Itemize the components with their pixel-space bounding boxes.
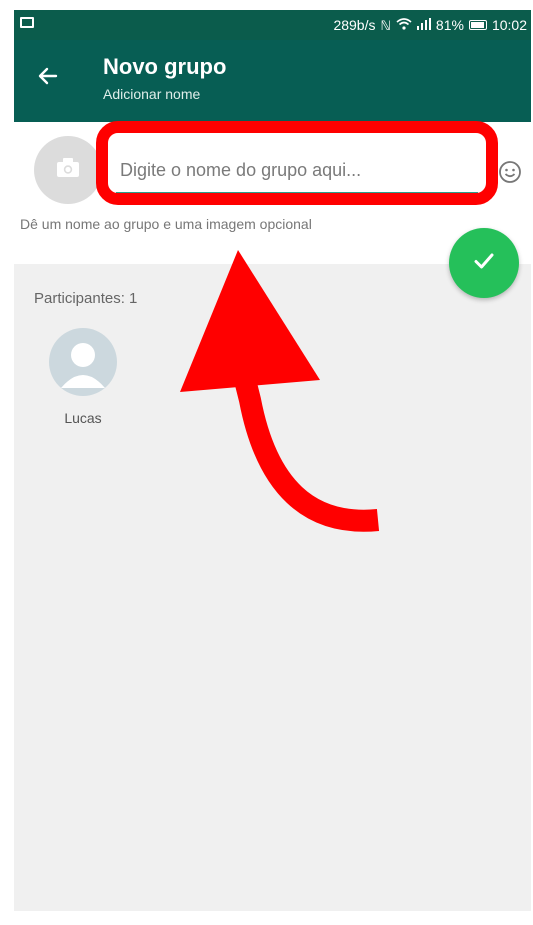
- page-subtitle: Adicionar nome: [103, 86, 201, 102]
- phone-screen: 289b/s ℕ 81% 10:02 Novo grupo Adicionar …: [14, 10, 531, 911]
- mute-icon: ℕ: [380, 17, 391, 33]
- app-bar: Novo grupo Adicionar nome: [14, 40, 531, 122]
- status-right-group: 289b/s ℕ 81% 10:02: [333, 10, 527, 40]
- status-bar: 289b/s ℕ 81% 10:02: [14, 10, 531, 40]
- person-icon: [49, 328, 117, 396]
- smiley-icon[interactable]: [496, 158, 524, 186]
- participants-heading: Participantes: 1: [34, 290, 138, 307]
- group-info-card: Dê um nome ao grupo e uma imagem opciona…: [14, 122, 531, 264]
- group-photo-button[interactable]: [34, 136, 102, 204]
- input-underline: [116, 192, 478, 194]
- wifi-icon: [396, 18, 412, 32]
- confirm-button[interactable]: [449, 228, 519, 298]
- image-icon: [20, 17, 34, 28]
- group-name-input[interactable]: [116, 150, 478, 190]
- camera-icon: [55, 157, 81, 184]
- group-hint-text: Dê um nome ao grupo e uma imagem opciona…: [20, 216, 312, 232]
- arrow-left-icon[interactable]: [34, 62, 62, 90]
- clock: 10:02: [491, 17, 527, 33]
- group-name-field: [116, 150, 478, 196]
- battery-icon: [468, 20, 487, 30]
- check-icon: [471, 248, 497, 279]
- page-title: Novo grupo: [103, 54, 227, 79]
- battery-percent: 81%: [435, 17, 464, 33]
- participant-name: Lucas: [64, 410, 102, 426]
- participant-item[interactable]: Lucas: [47, 328, 119, 426]
- signal-icon: [416, 18, 431, 32]
- network-speed: 289b/s: [333, 17, 376, 33]
